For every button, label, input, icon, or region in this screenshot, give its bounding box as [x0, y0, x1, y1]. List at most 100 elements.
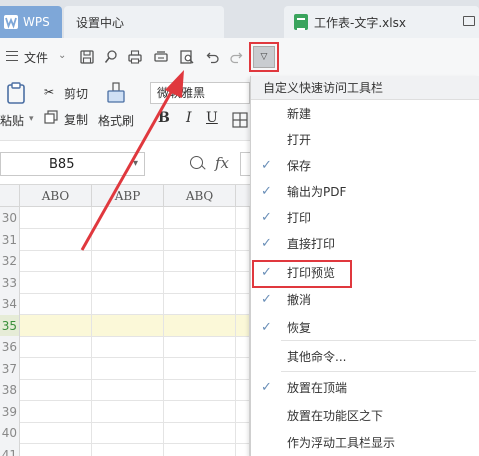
name-box[interactable]: B85 ▾	[0, 152, 145, 176]
table-row[interactable]: 32	[0, 250, 250, 272]
cell[interactable]	[20, 271, 92, 294]
cell[interactable]	[20, 250, 92, 272]
cell[interactable]	[92, 314, 164, 337]
zoom-icon[interactable]	[190, 156, 203, 169]
tab-spreadsheet-file[interactable]: 工作表-文字.xlsx	[284, 6, 479, 38]
menu-item[interactable]: ✓ 撤消	[251, 287, 479, 313]
cell[interactable]	[236, 400, 250, 423]
cell[interactable]	[92, 250, 164, 272]
cell[interactable]	[20, 336, 92, 358]
cell[interactable]	[236, 271, 250, 294]
redo-icon[interactable]	[229, 50, 243, 64]
cell[interactable]	[236, 443, 250, 456]
menu-item[interactable]: ✓ 输出为PDF	[251, 179, 479, 205]
cut-button[interactable]: 剪切	[64, 85, 88, 102]
cell[interactable]	[164, 207, 236, 229]
cell[interactable]	[92, 293, 164, 315]
menu-item[interactable]: ✓ 直接打印	[251, 231, 479, 257]
cell[interactable]	[164, 379, 236, 401]
paste-icon[interactable]	[6, 82, 26, 104]
table-row[interactable]: 41	[0, 443, 250, 456]
table-row[interactable]: 36	[0, 336, 250, 358]
cell[interactable]	[92, 228, 164, 251]
row-number[interactable]: 36	[0, 336, 20, 358]
export-pdf-icon[interactable]	[104, 50, 118, 64]
copy-button[interactable]: 复制	[64, 111, 88, 128]
menu-item[interactable]: ✓ 放置在顶端	[251, 375, 479, 401]
menu-item[interactable]: 其他命令...	[251, 344, 479, 370]
column-header[interactable]: ABP	[92, 185, 164, 207]
cell[interactable]	[92, 379, 164, 401]
print-icon[interactable]	[128, 50, 142, 64]
table-row[interactable]: 30	[0, 207, 250, 229]
cell[interactable]	[236, 379, 250, 401]
cell[interactable]	[236, 250, 250, 272]
format-painter-icon[interactable]	[106, 82, 126, 104]
row-number[interactable]: 39	[0, 400, 20, 423]
cell[interactable]	[164, 336, 236, 358]
italic-button[interactable]: I	[186, 110, 192, 126]
menu-item[interactable]: 新建	[251, 101, 479, 127]
column-header[interactable]: ABO	[20, 185, 92, 207]
save-icon[interactable]	[80, 50, 94, 64]
cell[interactable]	[20, 443, 92, 456]
row-number[interactable]: 32	[0, 250, 20, 272]
table-row[interactable]: 38	[0, 379, 250, 401]
cell[interactable]	[92, 336, 164, 358]
cell[interactable]	[20, 314, 92, 337]
cell[interactable]	[20, 379, 92, 401]
cell[interactable]	[164, 228, 236, 251]
window-icon[interactable]	[463, 16, 475, 26]
row-number[interactable]: 30	[0, 207, 20, 229]
table-row[interactable]: 37	[0, 357, 250, 380]
cell[interactable]	[20, 207, 92, 229]
row-number[interactable]: 38	[0, 379, 20, 401]
menu-item[interactable]: 放置在功能区之下	[251, 403, 479, 429]
bold-button[interactable]: B	[158, 110, 170, 126]
function-button[interactable]: fx	[215, 154, 229, 172]
table-row[interactable]: 40	[0, 422, 250, 444]
table-row[interactable]: 39	[0, 400, 250, 423]
print-preview-icon[interactable]	[180, 50, 194, 64]
cell[interactable]	[236, 207, 250, 229]
menu-item[interactable]: ✓ 保存	[251, 153, 479, 179]
paste-button[interactable]: 粘贴	[0, 112, 24, 129]
menu-item[interactable]: 打开	[251, 127, 479, 153]
row-number[interactable]: 31	[0, 228, 20, 251]
cell[interactable]	[236, 422, 250, 444]
row-number[interactable]: 35	[0, 314, 20, 337]
cell[interactable]	[236, 228, 250, 251]
cell[interactable]	[164, 271, 236, 294]
cell[interactable]	[164, 314, 236, 337]
table-row[interactable]: 34	[0, 293, 250, 315]
cell[interactable]	[164, 400, 236, 423]
row-number[interactable]: 33	[0, 271, 20, 294]
cell[interactable]	[92, 357, 164, 380]
spreadsheet-grid[interactable]: ABO ABP ABQ 30 31 32 33 34 35 36 37 38 39 40 41	[0, 185, 250, 456]
border-icon[interactable]	[232, 112, 248, 128]
cell[interactable]	[20, 422, 92, 444]
cell[interactable]	[236, 336, 250, 358]
row-number[interactable]: 41	[0, 443, 20, 456]
row-number[interactable]: 34	[0, 293, 20, 315]
cell[interactable]	[92, 207, 164, 229]
cell[interactable]	[236, 357, 250, 380]
chevron-down-icon[interactable]: ▾	[29, 114, 34, 124]
menu-item[interactable]: ✓ 恢复	[251, 315, 479, 341]
row-number[interactable]: 37	[0, 357, 20, 380]
cell[interactable]	[92, 422, 164, 444]
menu-item[interactable]: 作为浮动工具栏显示	[251, 430, 479, 456]
chevron-down-icon[interactable]: ⌄	[58, 50, 66, 61]
underline-button[interactable]: U	[206, 110, 218, 126]
file-menu-button[interactable]: 文件	[24, 49, 48, 66]
cell[interactable]	[236, 314, 250, 337]
cell[interactable]	[164, 357, 236, 380]
corner-cell[interactable]	[0, 185, 20, 207]
cell[interactable]	[20, 293, 92, 315]
cell[interactable]	[164, 443, 236, 456]
direct-print-icon[interactable]	[154, 50, 168, 64]
font-name-select[interactable]: 微软雅黑	[150, 82, 250, 104]
cell[interactable]	[164, 422, 236, 444]
table-row[interactable]: 35	[0, 314, 250, 337]
cell[interactable]	[164, 293, 236, 315]
